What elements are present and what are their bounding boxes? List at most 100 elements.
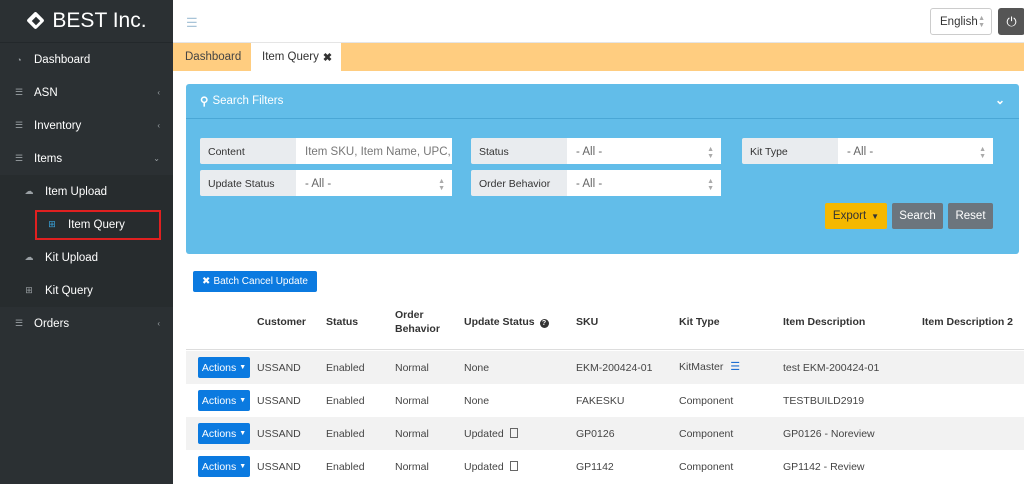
cell-sku: GP1142 (576, 461, 614, 473)
sidebar-item-label: Kit Upload (45, 251, 99, 264)
search-filters-header[interactable]: ⚲ Search Filters ⌄ (186, 84, 1019, 119)
list-icon: ☰ (14, 87, 24, 97)
cell-sku: EKM-200424-01 (576, 362, 653, 374)
update-status-value: Updated (464, 428, 504, 440)
table-row: Actions ▼ USSAND Enabled Normal None FAKE… (186, 384, 1024, 417)
cell-update-status: None (464, 395, 490, 407)
search-filters-panel: ⚲ Search Filters ⌄ Content Item SKU, Ite… (186, 84, 1019, 254)
actions-label: Actions (201, 427, 237, 440)
cell-item-description: GP1142 - Review (783, 461, 865, 473)
cell-kit-type: KitMaster ☰ (679, 360, 740, 373)
sidebar-item-item-upload[interactable]: ☁ Item Upload (0, 175, 173, 208)
sidebar-item-label: Kit Query (45, 284, 93, 297)
sidebar-active-wrap: ⊞ Item Query (0, 208, 173, 241)
cell-status: Enabled (326, 461, 365, 473)
grid-icon: ⊞ (48, 219, 56, 229)
document-icon[interactable] (509, 461, 518, 471)
header-item-description-2[interactable]: Item Description 2 (922, 316, 1013, 328)
kit-type-value: KitMaster (679, 361, 724, 373)
update-status-select[interactable]: - All - ▲ ▼ (296, 170, 452, 196)
tab-label: Dashboard (185, 51, 242, 63)
chevron-down-icon[interactable]: ⌄ (995, 93, 1005, 107)
tab-item-query[interactable]: Item Query ✖ (251, 43, 341, 71)
brand-logo[interactable]: BEST Inc. (0, 0, 173, 43)
menu-toggle-icon[interactable]: ☰ (186, 15, 198, 31)
panel-title: Search Filters (212, 95, 284, 107)
cell-item-description: test EKM-200424-01 (783, 362, 880, 374)
cell-kit-type: Component (679, 395, 734, 407)
close-icon[interactable]: ✖ (323, 51, 332, 64)
actions-label: Actions (201, 460, 237, 473)
batch-cancel-update-button[interactable]: ✖ Batch Cancel Update (193, 271, 317, 292)
cell-update-status: Updated (464, 461, 518, 473)
list-icon: ☰ (14, 120, 24, 130)
actions-button[interactable]: Actions ▼ (198, 423, 250, 444)
header-item-description[interactable]: Item Description (783, 316, 865, 328)
sidebar-item-inventory[interactable]: ☰ Inventory ‹ (0, 109, 173, 142)
cell-update-status: None (464, 362, 490, 374)
content-filter: Content Item SKU, Item Name, UPC, (200, 138, 452, 164)
power-icon[interactable]: ⏻ (998, 8, 1024, 35)
order-behavior-select[interactable]: - All - ▲ ▼ (567, 170, 721, 196)
sidebar-item-items[interactable]: ☰ Items ⌄ (0, 142, 173, 175)
status-label: Status (471, 138, 567, 164)
question-circle-icon[interactable]: ? (539, 319, 549, 328)
cell-kit-type: Component (679, 461, 734, 473)
cloud-upload-icon: ☁ (24, 186, 34, 196)
cell-order-behavior: Normal (395, 362, 429, 374)
sidebar-item-label: Items (34, 152, 63, 165)
table-row: Actions ▼ USSAND Enabled Normal Updated G… (186, 450, 1024, 483)
table-row: Actions ▼ USSAND Enabled Normal None EKM-… (186, 351, 1024, 384)
search-icon: ⚲ (200, 96, 209, 108)
header-status[interactable]: Status (326, 316, 358, 328)
header-order-behavior-line1[interactable]: Order (395, 309, 424, 321)
header-sku[interactable]: SKU (576, 316, 598, 328)
reset-button[interactable]: Reset (948, 203, 993, 229)
sidebar-item-label: Item Query (68, 218, 125, 231)
update-status-value: - All - (305, 178, 332, 190)
tab-dashboard[interactable]: Dashboard (185, 43, 241, 71)
sidebar-item-kit-upload[interactable]: ☁ Kit Upload (0, 241, 173, 274)
chevron-left-icon: ‹ (157, 319, 160, 328)
close-circle-icon: ✖ (202, 276, 211, 287)
select-arrows-icon: ▲ ▼ (978, 14, 985, 29)
kit-type-select[interactable]: - All - ▲ ▼ (838, 138, 993, 164)
cloud-upload-icon: ☁ (24, 252, 34, 262)
cell-status: Enabled (326, 428, 365, 440)
sidebar-item-label: Item Upload (45, 185, 108, 198)
language-value: English (940, 15, 978, 28)
header-kit-type[interactable]: Kit Type (679, 316, 720, 328)
list-icon[interactable]: ☰ (730, 360, 740, 373)
batch-cancel-label: Batch Cancel Update (213, 276, 308, 287)
select-arrows-icon: ▲ ▼ (707, 178, 714, 192)
table-header: Customer Status Order Behavior Update St… (186, 300, 1024, 350)
cell-sku: FAKESKU (576, 395, 625, 407)
select-arrows-icon: ▲ ▼ (438, 178, 445, 192)
status-select[interactable]: - All - ▲ ▼ (567, 138, 721, 164)
sidebar-item-orders[interactable]: ☰ Orders ‹ (0, 307, 173, 340)
sidebar-item-label: Orders (34, 317, 70, 330)
actions-button[interactable]: Actions ▼ (198, 357, 250, 378)
content-input[interactable]: Item SKU, Item Name, UPC, (296, 138, 452, 164)
cell-status: Enabled (326, 362, 365, 374)
tab-bar: Dashboard Item Query ✖ (173, 43, 1024, 71)
actions-button[interactable]: Actions ▼ (198, 456, 250, 477)
sidebar-item-kit-query[interactable]: ⊞ Kit Query (0, 274, 173, 307)
order-behavior-label: Order Behavior (471, 170, 567, 196)
caret-down-icon: ▼ (239, 463, 247, 470)
update-status-value: Updated (464, 461, 504, 473)
search-button[interactable]: Search (892, 203, 943, 229)
caret-down-icon: ▼ (239, 430, 247, 437)
header-customer[interactable]: Customer (257, 316, 306, 328)
export-button[interactable]: Export ▼ (825, 203, 887, 229)
header-order-behavior-line2[interactable]: Behavior (395, 323, 440, 335)
chevron-down-icon: ⌄ (153, 154, 160, 163)
language-select[interactable]: English ▲ ▼ (930, 8, 992, 35)
cell-customer: USSAND (257, 428, 301, 440)
sidebar-item-item-query[interactable]: ⊞ Item Query (35, 209, 161, 240)
sidebar-item-asn[interactable]: ☰ ASN ‹ (0, 76, 173, 109)
actions-button[interactable]: Actions ▼ (198, 390, 250, 411)
document-icon[interactable] (509, 428, 518, 438)
sidebar-item-dashboard[interactable]: ◔ Dashboard (0, 43, 173, 76)
header-update-status[interactable]: Update Status ? (464, 316, 549, 328)
